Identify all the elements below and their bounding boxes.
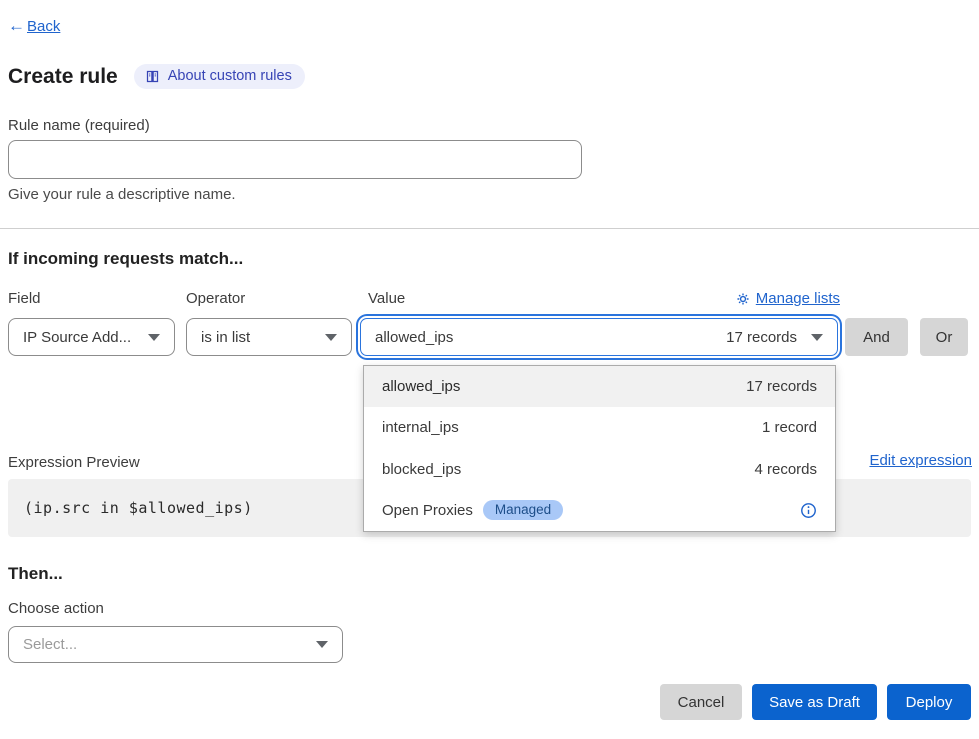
cancel-button[interactable]: Cancel (660, 684, 742, 720)
choose-action-label: Choose action (8, 600, 104, 617)
info-icon[interactable] (800, 502, 817, 519)
list-item-record-count: 17 records (746, 378, 817, 395)
list-item-name: internal_ips (382, 419, 459, 436)
list-item-internal-ips[interactable]: internal_ips 1 record (364, 407, 835, 448)
value-label: Value (368, 290, 405, 307)
manage-lists-link[interactable]: Manage lists (736, 290, 840, 307)
rule-name-label: Rule name (required) (8, 117, 150, 134)
chevron-down-icon (325, 334, 337, 341)
rule-name-input[interactable] (8, 140, 582, 179)
action-select-placeholder: Select... (23, 636, 306, 653)
list-item-blocked-ips[interactable]: blocked_ips 4 records (364, 449, 835, 490)
list-item-name: Open Proxies (382, 502, 473, 519)
gear-icon (736, 292, 750, 306)
chevron-down-icon (811, 334, 823, 341)
list-item-open-proxies[interactable]: Open Proxies Managed (364, 490, 835, 531)
or-button[interactable]: Or (920, 318, 968, 356)
rule-name-helper-text: Give your rule a descriptive name. (8, 186, 236, 203)
value-select-record-count: 17 records (726, 329, 797, 346)
back-link-label[interactable]: Back (27, 18, 60, 35)
chevron-down-icon (148, 334, 160, 341)
back-link[interactable]: ← Back (8, 16, 60, 36)
section-divider (0, 228, 979, 229)
page-title: Create rule (8, 65, 118, 89)
list-item-record-count: 4 records (754, 461, 817, 478)
about-custom-rules-link[interactable]: About custom rules (134, 64, 305, 89)
expression-code: (ip.src in $allowed_ips) (24, 499, 253, 517)
field-label: Field (8, 290, 41, 307)
operator-select[interactable]: is in list (186, 318, 352, 356)
expression-preview-label: Expression Preview (8, 454, 140, 471)
deploy-button[interactable]: Deploy (887, 684, 971, 720)
managed-badge: Managed (483, 500, 563, 520)
field-select-value: IP Source Add... (23, 329, 138, 346)
operator-label: Operator (186, 290, 245, 307)
value-select[interactable]: allowed_ips 17 records (360, 318, 838, 356)
then-section-heading: Then... (8, 564, 63, 584)
value-select-value: allowed_ips (375, 329, 726, 346)
list-item-record-count: 1 record (762, 419, 817, 436)
manage-lists-label[interactable]: Manage lists (756, 290, 840, 307)
save-as-draft-button[interactable]: Save as Draft (752, 684, 877, 720)
match-section-heading: If incoming requests match... (8, 249, 243, 269)
list-item-name: blocked_ips (382, 461, 461, 478)
chevron-down-icon (316, 641, 328, 648)
about-custom-rules-label: About custom rules (168, 68, 292, 84)
create-rule-page: ← Back Create rule About custom rules Ru… (0, 0, 979, 739)
book-icon (145, 69, 160, 84)
action-select[interactable]: Select... (8, 626, 343, 663)
value-dropdown-menu: allowed_ips 17 records internal_ips 1 re… (363, 365, 836, 532)
field-select[interactable]: IP Source Add... (8, 318, 175, 356)
list-item-name: allowed_ips (382, 378, 460, 395)
edit-expression-link[interactable]: Edit expression (869, 452, 972, 469)
operator-select-value: is in list (201, 329, 315, 346)
and-button[interactable]: And (845, 318, 908, 356)
title-row: Create rule About custom rules (8, 64, 305, 89)
list-item-allowed-ips[interactable]: allowed_ips 17 records (364, 366, 835, 407)
back-arrow-icon: ← (8, 16, 25, 36)
